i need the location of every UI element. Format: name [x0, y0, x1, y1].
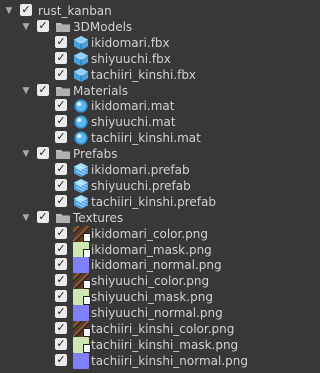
checkbox[interactable]: ✓ — [55, 35, 67, 48]
asset-row[interactable]: ✓ tachiiri_kinshi_mask.png — [0, 336, 305, 353]
checkbox[interactable]: ✓ — [55, 115, 67, 128]
checkbox[interactable]: ✓ — [55, 67, 67, 80]
folder-row[interactable]: ▼ ✓ Materials — [0, 83, 305, 99]
asset-label: ikidomari_color.png — [91, 226, 208, 241]
checkbox[interactable]: ✓ — [55, 163, 67, 175]
asset-row[interactable]: ✓ tachiiri_kinshi.mat — [0, 130, 305, 146]
folder-label: Prefabs — [73, 147, 118, 162]
texture-normal-icon — [73, 257, 89, 274]
texture-color-icon — [73, 321, 91, 337]
texture-color-icon — [73, 273, 91, 290]
root-label: rust_kanban — [38, 4, 112, 18]
prefab-icon — [73, 178, 89, 194]
asset-label: tachiiri_kinshi.fbx — [91, 67, 197, 82]
folder-icon — [55, 146, 71, 162]
expand-arrow-icon[interactable]: ▼ — [20, 21, 32, 33]
expand-arrow-icon[interactable]: ▼ — [3, 5, 15, 17]
checkbox[interactable]: ✓ — [37, 83, 49, 96]
asset-label: shiyuuchi_normal.png — [91, 306, 223, 321]
asset-row[interactable]: ✓ ikidomari_normal.png — [0, 257, 305, 274]
checkbox[interactable]: ✓ — [55, 178, 67, 191]
prefab-icon — [73, 162, 89, 178]
folder-label: 3DModels — [73, 19, 133, 34]
model-icon — [73, 35, 89, 51]
asset-label: tachiiri_kinshi_normal.png — [91, 353, 248, 368]
checkbox[interactable]: ✓ — [55, 242, 67, 255]
checkbox[interactable]: ✓ — [55, 337, 67, 350]
material-icon — [73, 114, 89, 130]
asset-label: shiyuuchi.prefab — [91, 178, 191, 193]
model-icon — [73, 67, 89, 83]
asset-row[interactable]: ✓ shiyuuchi.mat — [0, 114, 305, 130]
asset-label: shiyuuchi.mat — [91, 115, 176, 130]
folder-row[interactable]: ▼ ✓ Textures — [0, 210, 305, 226]
asset-row[interactable]: ✓ shiyuuchi_normal.png — [0, 305, 305, 322]
checkbox[interactable]: ✓ — [37, 147, 49, 160]
asset-row[interactable]: ✓ ikidomari_mask.png — [0, 241, 305, 258]
checkbox[interactable]: ✓ — [37, 210, 49, 223]
asset-label: ikidomari.mat — [91, 99, 175, 114]
folder-icon — [55, 83, 71, 99]
texture-mask-icon — [73, 336, 91, 353]
asset-row[interactable]: ✓ tachiiri_kinshi.prefab — [0, 194, 305, 210]
prefab-icon — [73, 194, 89, 210]
asset-label: tachiiri_kinshi.mat — [91, 131, 201, 146]
checkbox[interactable]: ✓ — [55, 99, 67, 112]
checkbox[interactable]: ✓ — [20, 4, 32, 16]
asset-row[interactable]: ✓ ikidomari.fbx — [0, 35, 305, 51]
asset-label: ikidomari_mask.png — [91, 242, 212, 257]
texture-mask-icon — [73, 241, 91, 258]
material-icon — [73, 130, 89, 146]
asset-tree: ▼ ✓ rust_kanban ▼ ✓ 3DModels ✓ ikidomari.fbx ✓ sh… — [0, 0, 305, 373]
expand-arrow-icon[interactable]: ▼ — [20, 212, 32, 224]
checkbox[interactable]: ✓ — [55, 51, 67, 64]
asset-label: shiyuuchi_color.png — [91, 274, 210, 289]
expand-arrow-icon[interactable]: ▼ — [20, 85, 32, 97]
folder-label: Materials — [73, 83, 129, 98]
asset-label: tachiiri_kinshi_color.png — [91, 322, 235, 336]
checkbox[interactable]: ✓ — [55, 226, 67, 239]
asset-row[interactable]: ✓ shiyuuchi_mask.png — [0, 289, 305, 306]
asset-row[interactable]: ✓ ikidomari_color.png — [0, 225, 305, 242]
texture-normal-icon — [73, 352, 89, 369]
asset-label: shiyuuchi.fbx — [91, 51, 171, 66]
checkbox[interactable]: ✓ — [55, 290, 67, 303]
checkbox[interactable]: ✓ — [55, 322, 67, 334]
checkbox[interactable]: ✓ — [55, 353, 67, 366]
asset-label: ikidomari.prefab — [91, 163, 190, 177]
expand-arrow-icon[interactable]: ▼ — [20, 148, 32, 160]
asset-label: ikidomari_normal.png — [91, 258, 222, 273]
asset-label: tachiiri_kinshi_mask.png — [91, 337, 239, 352]
material-icon — [73, 98, 89, 114]
asset-label: ikidomari.fbx — [91, 35, 170, 50]
folder-row[interactable]: ▼ ✓ 3DModels — [0, 19, 305, 35]
texture-normal-icon — [73, 305, 89, 322]
folder-icon — [55, 210, 71, 226]
checkbox[interactable]: ✓ — [55, 306, 67, 319]
tree-root[interactable]: ▼ ✓ rust_kanban — [0, 3, 305, 19]
asset-label: tachiiri_kinshi.prefab — [91, 194, 216, 209]
checkbox[interactable]: ✓ — [55, 274, 67, 287]
checkbox[interactable]: ✓ — [37, 19, 49, 32]
asset-row[interactable]: ✓ ikidomari.mat — [0, 98, 305, 114]
checkbox[interactable]: ✓ — [55, 194, 67, 207]
folder-icon — [55, 19, 71, 35]
asset-row[interactable]: ✓ shiyuuchi_color.png — [0, 273, 305, 290]
asset-row[interactable]: ✓ shiyuuchi.fbx — [0, 51, 305, 67]
asset-row[interactable]: ✓ tachiiri_kinshi.fbx — [0, 67, 305, 83]
asset-row[interactable]: ✓ ikidomari.prefab — [0, 162, 305, 178]
asset-label: shiyuuchi_mask.png — [91, 290, 213, 305]
asset-row[interactable]: ✓ shiyuuchi.prefab — [0, 178, 305, 194]
model-icon — [73, 51, 89, 67]
asset-row[interactable]: ✓ tachiiri_kinshi_color.png — [0, 321, 305, 337]
texture-mask-icon — [73, 289, 91, 306]
texture-color-icon — [73, 225, 91, 242]
checkbox[interactable]: ✓ — [55, 131, 67, 144]
folder-label: Textures — [73, 210, 124, 225]
checkbox[interactable]: ✓ — [55, 258, 67, 271]
folder-row[interactable]: ▼ ✓ Prefabs — [0, 146, 305, 162]
asset-row[interactable]: ✓ tachiiri_kinshi_normal.png — [0, 352, 305, 369]
